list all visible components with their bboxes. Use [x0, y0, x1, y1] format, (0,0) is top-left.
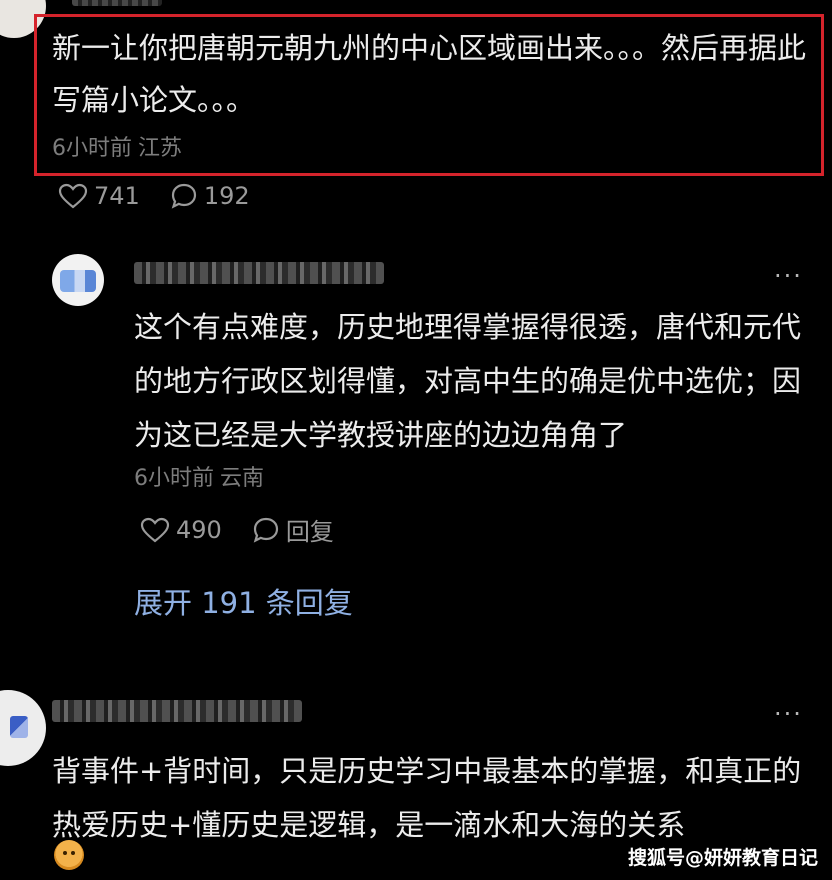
reply-text: 这个有点难度，历史地理得掌握得很透，唐代和元代的地方行政区划得懂，对高中生的确是… [134, 310, 802, 452]
like-button[interactable]: 741 [58, 182, 140, 210]
comment-bubble-icon [171, 183, 196, 209]
comment-time: 6小时前 [52, 136, 132, 161]
reply-button[interactable]: 192 [170, 182, 250, 210]
reply-reply-button[interactable]: 回复 [252, 512, 334, 547]
reply-label: 回复 [285, 518, 334, 546]
comment-actions: 741 192 [58, 182, 280, 210]
comment-thread: 新一让你把唐朝元朝九州的中心区域画出来。。。然后再据此写篇小论文。。。 6小时前… [0, 0, 832, 880]
more-icon[interactable]: ··· [774, 262, 803, 290]
third-comment-text: 背事件+背时间，只是历史学习中最基本的掌握，和真正的热爱历史+懂历史是逻辑，是一… [52, 754, 802, 842]
reply-avatar[interactable] [52, 254, 104, 306]
reply-count: 192 [203, 182, 250, 210]
heart-icon [58, 183, 88, 209]
username-blurred [72, 0, 162, 6]
reply-meta: 6小时前 云南 [134, 460, 264, 492]
comment-bubble-icon [253, 517, 278, 543]
more-icon[interactable]: ··· [774, 700, 803, 728]
comment-location: 江苏 [138, 136, 183, 161]
reply-username-blurred [134, 262, 384, 284]
reply-like-count: 490 [176, 515, 222, 544]
third-avatar[interactable] [0, 690, 46, 766]
comment-meta: 6小时前 江苏 [52, 130, 182, 162]
reply-like-button[interactable]: 490 [140, 516, 222, 544]
third-username-blurred [52, 700, 302, 722]
comment-text: 新一让你把唐朝元朝九州的中心区域画出来。。。然后再据此写篇小论文。。。 [52, 31, 807, 117]
heart-icon [140, 517, 170, 542]
like-count: 741 [94, 182, 140, 210]
emoji-icon [54, 840, 84, 870]
expand-replies-link[interactable]: 展开 191 条回复 [134, 580, 353, 622]
reply-location: 云南 [220, 466, 265, 491]
reply-time: 6小时前 [134, 466, 214, 491]
watermark: 搜狐号@妍妍教育日记 [627, 847, 818, 869]
reply-actions: 490 回复 [140, 512, 364, 547]
